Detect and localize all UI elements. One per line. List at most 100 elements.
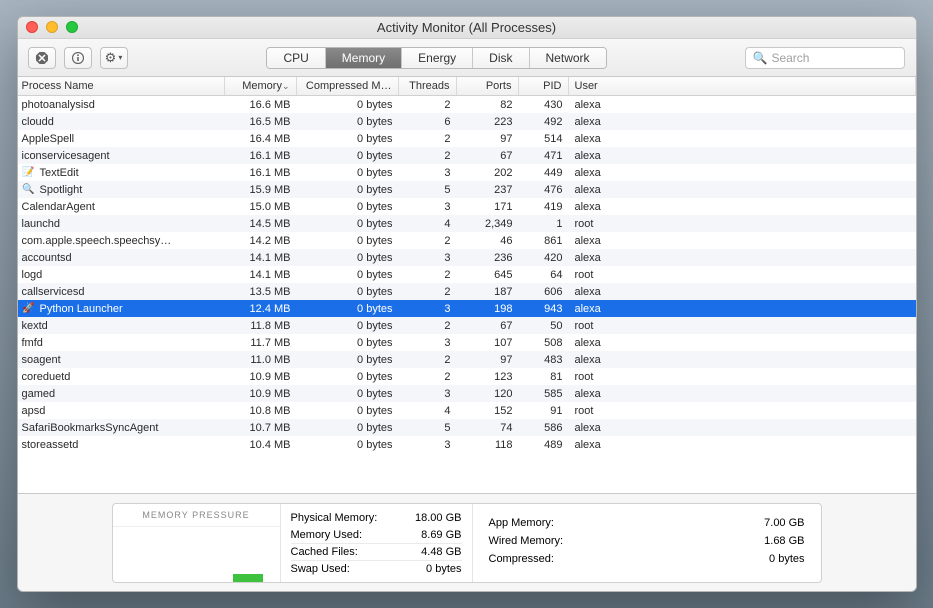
cell-compressed: 0 bytes [297,371,399,383]
cell-threads: 3 [399,388,457,400]
table-row[interactable]: callservicesd13.5 MB0 bytes2187606alexa [18,283,916,300]
process-name: AppleSpell [22,133,75,145]
cell-ports: 2,349 [457,218,519,230]
cell-compressed: 0 bytes [297,337,399,349]
titlebar[interactable]: Activity Monitor (All Processes) [18,17,916,39]
table-row[interactable]: 📝TextEdit16.1 MB0 bytes3202449alexa [18,164,916,181]
table-row[interactable]: coreduetd10.9 MB0 bytes212381root [18,368,916,385]
process-name: SafariBookmarksSyncAgent [22,422,159,434]
search-input[interactable]: 🔍 Search [745,47,905,69]
cell-threads: 2 [399,354,457,366]
process-name: callservicesd [22,286,85,298]
cell-user: alexa [569,235,916,247]
table-row[interactable]: SafariBookmarksSyncAgent10.7 MB0 bytes57… [18,419,916,436]
col-process-name[interactable]: Process Name [18,77,225,95]
process-name: launchd [22,218,61,230]
maximize-button[interactable] [66,21,78,33]
table-row[interactable]: soagent11.0 MB0 bytes297483alexa [18,351,916,368]
cell-user: root [569,405,916,417]
process-name: iconservicesagent [22,150,110,162]
cell-pid: 489 [519,439,569,451]
tab-bar: CPU Memory Energy Disk Network [266,47,606,69]
table-row[interactable]: logd14.1 MB0 bytes264564root [18,266,916,283]
pressure-bar-icon [233,574,263,582]
stop-icon [36,52,48,64]
minimize-button[interactable] [46,21,58,33]
tab-memory[interactable]: Memory [326,48,402,68]
col-pid[interactable]: PID [519,77,569,95]
process-name: photoanalysisd [22,99,95,111]
cell-user: alexa [569,388,916,400]
cell-pid: 419 [519,201,569,213]
cell-ports: 187 [457,286,519,298]
process-name: accountsd [22,252,72,264]
table-row[interactable]: apsd10.8 MB0 bytes415291root [18,402,916,419]
table-row[interactable]: AppleSpell16.4 MB0 bytes297514alexa [18,130,916,147]
tab-network[interactable]: Network [530,48,606,68]
table-row[interactable]: iconservicesagent16.1 MB0 bytes267471ale… [18,147,916,164]
table-body[interactable]: photoanalysisd16.6 MB0 bytes282430alexac… [18,96,916,493]
table-row[interactable]: 🔍Spotlight15.9 MB0 bytes5237476alexa [18,181,916,198]
cell-user: alexa [569,422,916,434]
table-row[interactable]: launchd14.5 MB0 bytes42,3491root [18,215,916,232]
table-row[interactable]: photoanalysisd16.6 MB0 bytes282430alexa [18,96,916,113]
cell-threads: 4 [399,218,457,230]
col-memory[interactable]: Memory [225,77,297,95]
cell-threads: 2 [399,99,457,111]
cell-pid: 81 [519,371,569,383]
table-row[interactable]: CalendarAgent15.0 MB0 bytes3171419alexa [18,198,916,215]
process-name: fmfd [22,337,43,349]
options-button[interactable]: ⚙ [100,47,128,69]
table-row[interactable]: fmfd11.7 MB0 bytes3107508alexa [18,334,916,351]
cell-user: root [569,371,916,383]
table-row[interactable]: com.apple.speech.speechsy…14.2 MB0 bytes… [18,232,916,249]
cell-ports: 171 [457,201,519,213]
cell-threads: 6 [399,116,457,128]
cell-threads: 2 [399,269,457,281]
table-row[interactable]: cloudd16.5 MB0 bytes6223492alexa [18,113,916,130]
cell-ports: 645 [457,269,519,281]
cell-threads: 5 [399,184,457,196]
close-button[interactable] [26,21,38,33]
col-ports[interactable]: Ports [457,77,519,95]
table-row[interactable]: 🚀Python Launcher12.4 MB0 bytes3198943ale… [18,300,916,317]
stop-process-button[interactable] [28,47,56,69]
process-name: Python Launcher [40,303,123,315]
col-threads[interactable]: Threads [399,77,457,95]
cell-memory: 16.5 MB [225,116,297,128]
cell-compressed: 0 bytes [297,354,399,366]
process-name: com.apple.speech.speechsy… [22,235,172,247]
cell-threads: 2 [399,133,457,145]
info-button[interactable] [64,47,92,69]
table-row[interactable]: storeassetd10.4 MB0 bytes3118489alexa [18,436,916,453]
tab-energy[interactable]: Energy [402,48,473,68]
process-name: soagent [22,354,61,366]
cell-ports: 198 [457,303,519,315]
cell-pid: 508 [519,337,569,349]
memory-stats-detail: App Memory:7.00 GB Wired Memory:1.68 GB … [473,504,821,582]
table-row[interactable]: accountsd14.1 MB0 bytes3236420alexa [18,249,916,266]
col-user[interactable]: User [569,77,916,95]
cell-threads: 5 [399,422,457,434]
cell-memory: 10.7 MB [225,422,297,434]
memory-pressure-panel: MEMORY PRESSURE [113,504,281,582]
cell-ports: 67 [457,150,519,162]
cell-compressed: 0 bytes [297,252,399,264]
tab-cpu[interactable]: CPU [267,48,325,68]
cell-user: alexa [569,116,916,128]
cell-ports: 107 [457,337,519,349]
cell-pid: 585 [519,388,569,400]
cell-user: alexa [569,303,916,315]
footer: MEMORY PRESSURE Physical Memory:18.00 GB… [18,493,916,591]
cell-ports: 74 [457,422,519,434]
table-row[interactable]: gamed10.9 MB0 bytes3120585alexa [18,385,916,402]
cell-ports: 97 [457,354,519,366]
cell-memory: 14.1 MB [225,252,297,264]
cell-memory: 16.1 MB [225,167,297,179]
cell-user: alexa [569,133,916,145]
cell-pid: 471 [519,150,569,162]
table-row[interactable]: kextd11.8 MB0 bytes26750root [18,317,916,334]
col-compressed[interactable]: Compressed M… [297,77,399,95]
cell-ports: 120 [457,388,519,400]
tab-disk[interactable]: Disk [473,48,529,68]
